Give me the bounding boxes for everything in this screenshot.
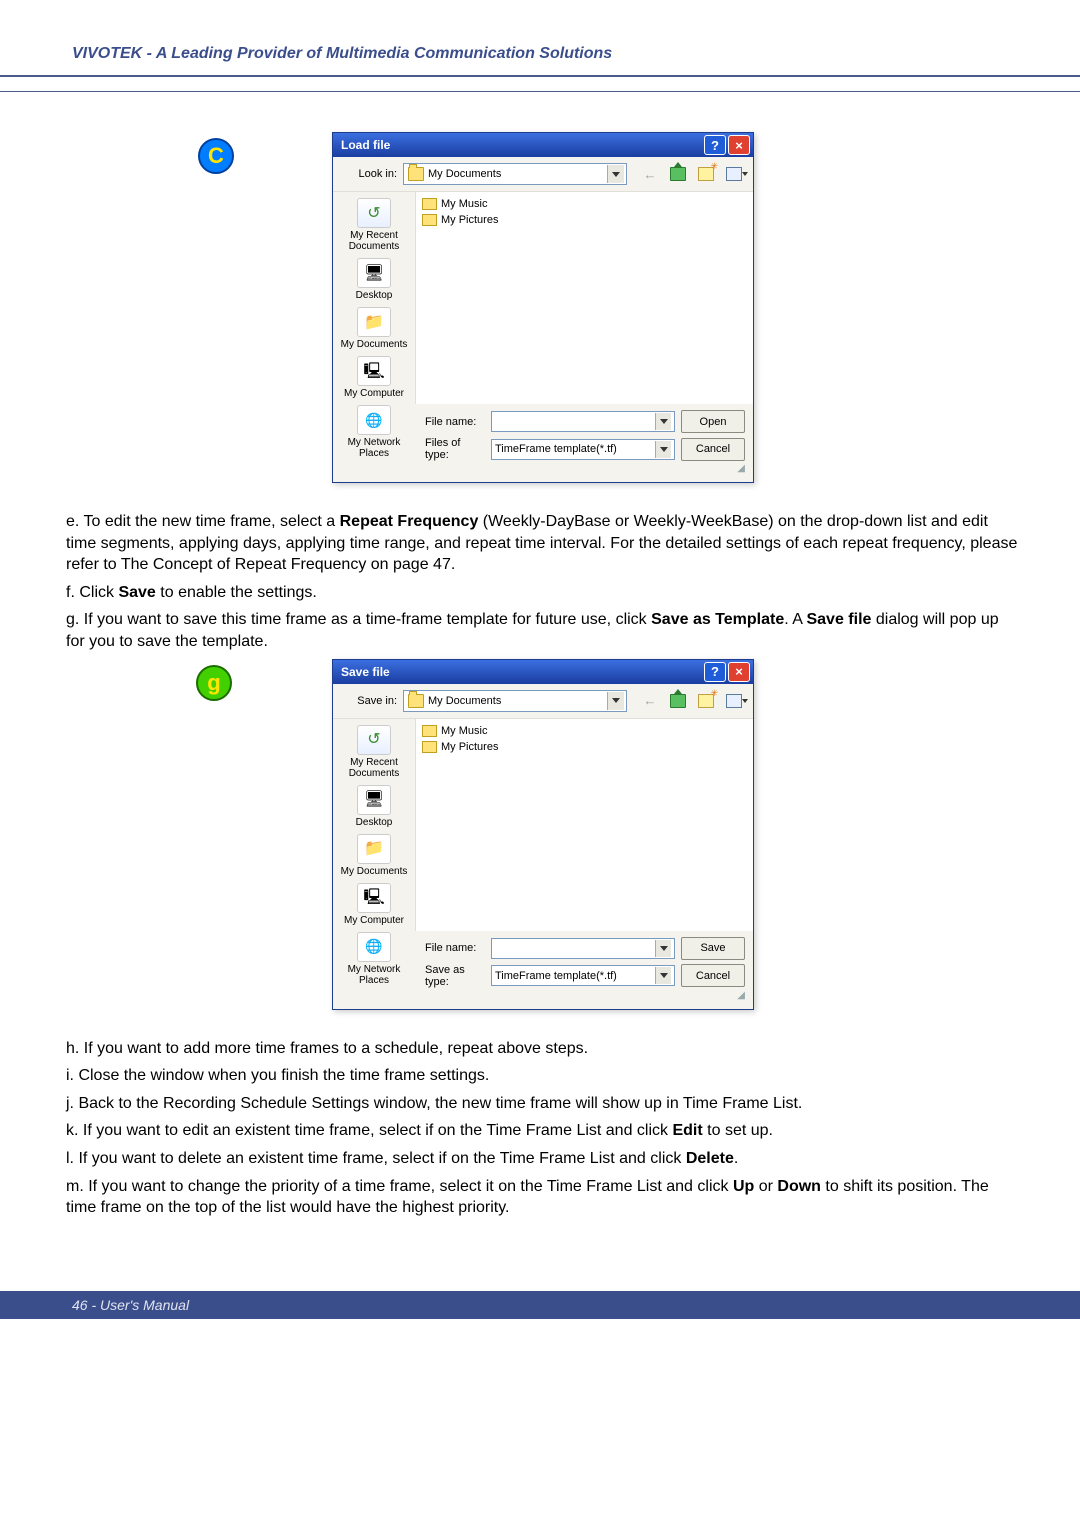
places-bar: My Recent Documents Desktop My Documents… [333, 192, 416, 404]
header-divider [0, 77, 1080, 92]
place-desktop[interactable]: Desktop [338, 258, 410, 301]
save-button[interactable]: Save [681, 937, 745, 960]
list-item[interactable]: My Pictures [422, 212, 747, 228]
place-recent[interactable]: My Recent Documents [338, 725, 410, 779]
desktop-icon [357, 258, 391, 288]
step-badge-g: g [196, 665, 232, 701]
back-icon[interactable]: ← [639, 691, 661, 711]
instruction-g: g. If you want to save this time frame a… [66, 609, 1020, 652]
instruction-m: m. If you want to change the priority of… [66, 1176, 1020, 1219]
place-documents[interactable]: My Documents [338, 307, 410, 350]
place-documents[interactable]: My Documents [338, 834, 410, 877]
chevron-down-icon[interactable] [607, 692, 624, 710]
up-folder-icon[interactable] [667, 164, 689, 184]
step-badge-c: C [198, 138, 234, 174]
place-network[interactable]: My Network Places [338, 932, 410, 986]
place-desktop[interactable]: Desktop [338, 785, 410, 828]
savetype-dropdown[interactable]: TimeFrame template(*.tf) [491, 965, 675, 986]
instruction-f: f. Click Save to enable the settings. [66, 582, 1020, 604]
filename-input[interactable] [491, 411, 675, 432]
file-list[interactable]: My Music My Pictures [416, 192, 753, 404]
chevron-down-icon[interactable] [655, 967, 671, 984]
list-item[interactable]: My Pictures [422, 739, 747, 755]
computer-icon [357, 356, 391, 386]
back-icon[interactable]: ← [639, 164, 661, 184]
folder-icon [422, 214, 437, 226]
dialog-titlebar[interactable]: Save file ? × [333, 660, 753, 684]
resize-grip-icon[interactable]: ◢ [425, 990, 745, 1001]
list-item[interactable]: My Music [422, 196, 747, 212]
network-icon [357, 932, 391, 962]
place-network[interactable]: My Network Places [338, 405, 410, 459]
filename-label: File name: [425, 942, 485, 954]
up-folder-icon[interactable] [667, 691, 689, 711]
view-menu-icon[interactable] [723, 691, 745, 711]
dialog-titlebar[interactable]: Load file ? × [333, 133, 753, 157]
save-file-dialog: Save file ? × Save in: My Documents ← [332, 659, 754, 1010]
dialog-title: Load file [341, 138, 704, 152]
folder-icon [422, 725, 437, 737]
documents-icon [357, 834, 391, 864]
filename-input[interactable] [491, 938, 675, 959]
folder-icon [408, 694, 424, 708]
folder-icon [408, 167, 424, 181]
instruction-j: j. Back to the Recording Schedule Settin… [66, 1093, 1020, 1115]
folder-icon [422, 198, 437, 210]
place-computer[interactable]: My Computer [338, 883, 410, 926]
file-list[interactable]: My Music My Pictures [416, 719, 753, 931]
open-button[interactable]: Open [681, 410, 745, 433]
instruction-k: k. If you want to edit an existent time … [66, 1120, 1020, 1142]
chevron-down-icon[interactable] [655, 940, 671, 957]
dialog-title: Save file [341, 665, 704, 679]
filename-label: File name: [425, 416, 485, 428]
place-computer[interactable]: My Computer [338, 356, 410, 399]
cancel-button[interactable]: Cancel [681, 964, 745, 987]
network-icon [357, 405, 391, 435]
place-recent[interactable]: My Recent Documents [338, 198, 410, 252]
help-icon[interactable]: ? [704, 135, 726, 155]
cancel-button[interactable]: Cancel [681, 438, 745, 461]
filetype-label: Files of type: [425, 437, 485, 461]
load-file-dialog: Load file ? × Look in: My Documents ← [332, 132, 754, 483]
new-folder-icon[interactable] [695, 164, 717, 184]
resize-grip-icon[interactable]: ◢ [425, 463, 745, 474]
close-icon[interactable]: × [728, 662, 750, 682]
desktop-icon [357, 785, 391, 815]
filetype-dropdown[interactable]: TimeFrame template(*.tf) [491, 439, 675, 460]
savetype-label: Save as type: [425, 964, 485, 988]
computer-icon [357, 883, 391, 913]
savein-dropdown[interactable]: My Documents [403, 690, 627, 712]
new-folder-icon[interactable] [695, 691, 717, 711]
savein-label: Save in: [341, 695, 397, 707]
lookin-label: Look in: [341, 168, 397, 180]
instruction-h: h. If you want to add more time frames t… [66, 1038, 1020, 1060]
close-icon[interactable]: × [728, 135, 750, 155]
instruction-e: e. To edit the new time frame, select a … [66, 511, 1020, 576]
recent-icon [357, 725, 391, 755]
chevron-down-icon[interactable] [655, 413, 671, 430]
help-icon[interactable]: ? [704, 662, 726, 682]
chevron-down-icon[interactable] [607, 165, 624, 183]
folder-icon [422, 741, 437, 753]
page-header-title: VIVOTEK - A Leading Provider of Multimed… [72, 45, 612, 62]
lookin-dropdown[interactable]: My Documents [403, 163, 627, 185]
chevron-down-icon[interactable] [655, 441, 671, 458]
list-item[interactable]: My Music [422, 723, 747, 739]
savein-value: My Documents [428, 695, 603, 707]
documents-icon [357, 307, 391, 337]
instruction-l: l. If you want to delete an existent tim… [66, 1148, 1020, 1170]
recent-icon [357, 198, 391, 228]
lookin-value: My Documents [428, 168, 603, 180]
places-bar: My Recent Documents Desktop My Documents… [333, 719, 416, 931]
view-menu-icon[interactable] [723, 164, 745, 184]
page-footer: 46 - User's Manual [0, 1291, 1080, 1319]
instruction-i: i. Close the window when you finish the … [66, 1065, 1020, 1087]
